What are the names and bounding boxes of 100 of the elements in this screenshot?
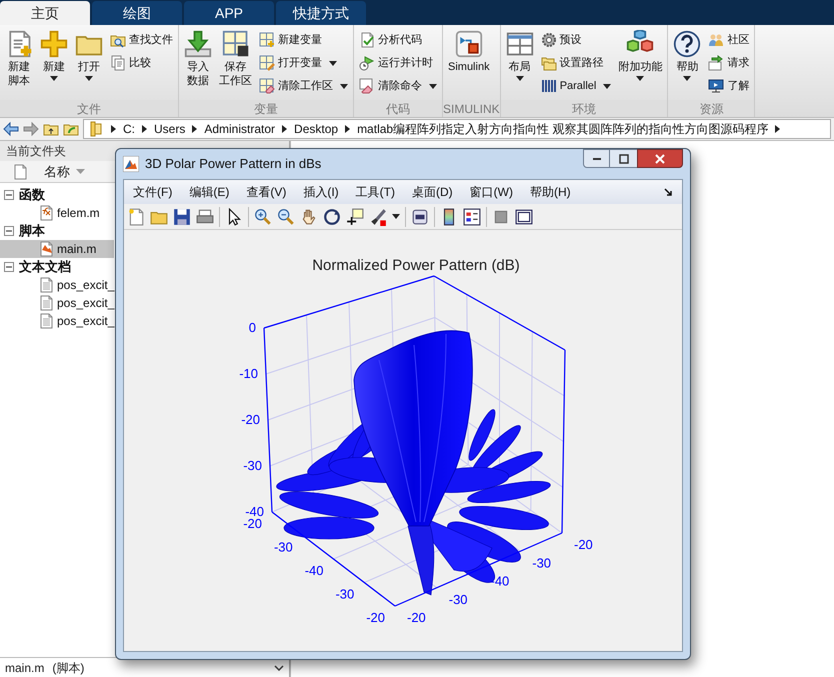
ribbon-button[interactable]: 查找文件 (110, 29, 173, 51)
ribbon-button[interactable]: 打开变量 (259, 52, 348, 74)
text-file-icon (38, 295, 54, 311)
block-diagram-icon (454, 30, 483, 58)
file-row[interactable]: pos_excit_ (0, 312, 114, 330)
ribbon-button[interactable]: 设置路径 (540, 52, 612, 74)
menu-item[interactable]: 编辑(E) (189, 183, 230, 201)
group-label: SIMULINK (443, 100, 500, 117)
brush-icon (369, 208, 387, 226)
ribbon-button[interactable]: 保存 工作区 (217, 25, 254, 100)
ribbon-button[interactable]: 新建 脚本 (3, 25, 35, 100)
eraser-icon (259, 78, 275, 94)
group-label: 代码 (386, 100, 410, 117)
menu-item[interactable]: 查看(V) (246, 183, 286, 201)
column-header[interactable]: 名称 (40, 162, 89, 182)
close-button[interactable] (637, 149, 683, 168)
menu-item[interactable]: 桌面(D) (412, 183, 453, 201)
tick-label: -40 (245, 504, 264, 519)
printer-icon (196, 208, 214, 226)
ribbon-tab[interactable]: 快捷方式 (276, 1, 366, 25)
legend-icon (463, 208, 481, 226)
path-segment[interactable]: matlab编程阵列指定入射方向指向性 观察其圆阵阵列的指向性方向图源码程序 (357, 120, 768, 138)
chevron-down-icon[interactable] (274, 664, 284, 670)
group-heading: 脚本 (19, 222, 45, 240)
tick-label: -40 (490, 574, 510, 588)
parallel-bars-icon (540, 78, 557, 94)
ribbon-button[interactable]: 清除工作区 (259, 75, 348, 97)
maximize-button[interactable] (610, 149, 637, 168)
ribbon-button[interactable]: 社区 (708, 29, 750, 51)
ribbon-tab[interactable]: 绘图 (92, 1, 182, 25)
forward-arrow-icon (23, 121, 39, 137)
zoom-out-icon (277, 208, 295, 226)
peaks-logo-icon (123, 156, 139, 172)
group-label: 资源 (699, 100, 724, 117)
folder-icon (88, 121, 104, 137)
ribbon-button[interactable]: 请求 (708, 52, 750, 74)
tick-label: -30 (448, 592, 468, 607)
tick-label: -20 (241, 412, 260, 427)
ribbon-button[interactable]: 打开 (73, 25, 105, 100)
chevron-icon (345, 125, 350, 133)
path-segment[interactable]: C: (123, 120, 135, 138)
file-row[interactable]: felem.m (0, 204, 114, 222)
ribbon-button[interactable]: Parallel (540, 75, 612, 97)
file-row[interactable]: main.m (0, 240, 114, 258)
script-file-icon (38, 241, 54, 257)
chevron-icon (775, 125, 780, 133)
data-cursor-icon (346, 208, 364, 226)
collapse-icon[interactable] (4, 190, 14, 200)
close-icon (655, 154, 665, 164)
tick-label: -30 (274, 540, 293, 554)
compare-icon (110, 55, 126, 71)
save-icon (173, 208, 191, 226)
new-figure-icon (127, 208, 145, 226)
path-field[interactable]: C: Users Administrator Desktop matlab编程阵列指定入射方向指向性 观察其圆阵阵列的指向性方向图源码程序 (83, 119, 831, 139)
chevron-icon (142, 125, 147, 133)
ribbon-button[interactable]: Simulink (446, 25, 492, 100)
dock-arrow-icon[interactable] (664, 188, 673, 196)
function-file-icon (38, 205, 54, 221)
path-segment[interactable]: Desktop (294, 120, 338, 138)
ribbon-tab[interactable]: 主页 (0, 1, 90, 25)
file-row[interactable]: pos_excit_ (0, 276, 114, 294)
chevron-icon (111, 125, 116, 133)
folders-icon (540, 55, 557, 71)
file-row[interactable]: pos_excit_ (0, 294, 114, 312)
help-icon (673, 30, 702, 58)
ribbon-button[interactable]: 新建 (38, 25, 70, 100)
group-heading: 文本文档 (19, 258, 71, 276)
tick-label: -20 (407, 610, 426, 625)
back-button[interactable] (3, 121, 19, 137)
path-segment[interactable]: Administrator (204, 120, 276, 138)
ribbon-button[interactable]: 新建变量 (259, 29, 348, 51)
ribbon-tab[interactable]: APP (184, 1, 274, 25)
ribbon-button[interactable]: 了解 (708, 75, 750, 97)
group-label: 环境 (572, 100, 596, 117)
tick-label: -30 (532, 555, 552, 570)
ribbon-button[interactable]: 预设 (540, 29, 612, 51)
tick-label: -30 (335, 586, 354, 602)
zoom-in-icon (254, 208, 272, 226)
ribbon-button[interactable]: 运行并计时 (359, 52, 437, 74)
ribbon-button[interactable]: 分析代码 (359, 29, 437, 51)
ribbon-button[interactable]: 布局 (504, 25, 536, 100)
path-segment[interactable]: Users (154, 120, 186, 138)
menu-item[interactable]: 窗口(W) (470, 183, 513, 201)
ribbon-button[interactable]: 导入 数据 (182, 25, 214, 100)
ribbon-button[interactable]: 帮助 (671, 25, 704, 100)
ribbon-button[interactable]: 附加功能 (616, 25, 664, 100)
menu-item[interactable]: 插入(I) (303, 183, 339, 201)
collapse-icon[interactable] (4, 262, 14, 272)
menu-item[interactable]: 工具(T) (356, 183, 395, 201)
plot-title: Normalized Power Pattern (dB) (312, 257, 520, 274)
ribbon-button[interactable]: 比较 (110, 52, 173, 74)
menu-item[interactable]: 帮助(H) (530, 183, 571, 201)
tick-label: -20 (366, 610, 385, 625)
collapse-icon[interactable] (4, 226, 14, 236)
gear-icon (540, 32, 557, 48)
ribbon-button[interactable]: 清除命令 (359, 75, 437, 97)
plus-icon (40, 30, 68, 58)
file-type: (脚本) (52, 660, 84, 676)
minimize-button[interactable] (583, 149, 610, 168)
menu-item[interactable]: 文件(F) (133, 183, 172, 201)
